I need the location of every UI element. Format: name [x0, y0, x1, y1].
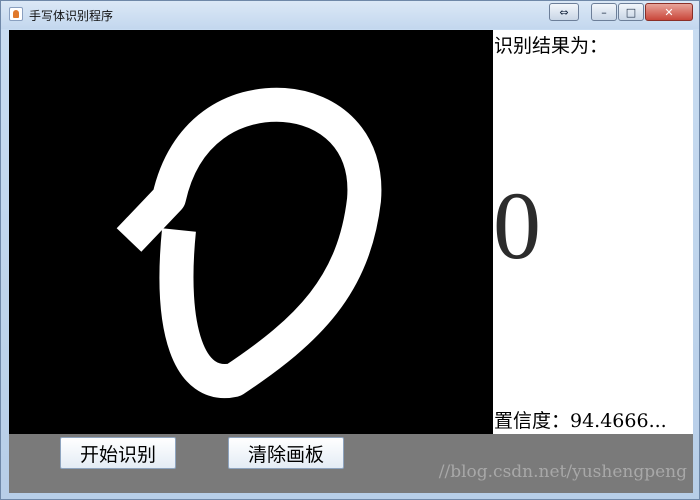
bottom-toolbar: 开始识别 清除画板 //blog.csdn.net/yushengpeng	[9, 434, 693, 493]
result-label: 识别结果为：	[494, 35, 609, 57]
maximize-button[interactable]: □	[618, 3, 644, 21]
close-icon: ✕	[664, 5, 674, 19]
minimize-icon: –	[601, 5, 607, 19]
restore-size-button[interactable]: ⇔	[549, 3, 579, 21]
recognized-digit: 0	[493, 172, 541, 279]
app-window: 手写体识别程序 ⇔ – □ ✕ 识别结果为： 0 置信度：94.4666... …	[0, 0, 700, 500]
result-panel: 识别结果为： 0 置信度：94.4666...	[493, 30, 693, 434]
drawing-canvas[interactable]	[9, 30, 493, 434]
handwritten-digit-drawing	[116, 87, 382, 399]
clear-canvas-button[interactable]: 清除画板	[228, 437, 344, 469]
close-button[interactable]: ✕	[645, 3, 693, 21]
start-recognition-button[interactable]: 开始识别	[60, 437, 176, 469]
minimize-button[interactable]: –	[591, 3, 617, 21]
maximize-icon: □	[625, 5, 637, 19]
confidence-label: 置信度：94.4666...	[494, 410, 667, 432]
window-title: 手写体识别程序	[29, 9, 114, 23]
java-app-icon	[9, 7, 23, 21]
digit-stroke	[116, 87, 382, 399]
title-bar[interactable]: 手写体识别程序 ⇔ – □ ✕	[1, 1, 699, 29]
watermark: //blog.csdn.net/yushengpeng	[438, 462, 687, 482]
resize-arrows-icon: ⇔	[559, 5, 569, 19]
